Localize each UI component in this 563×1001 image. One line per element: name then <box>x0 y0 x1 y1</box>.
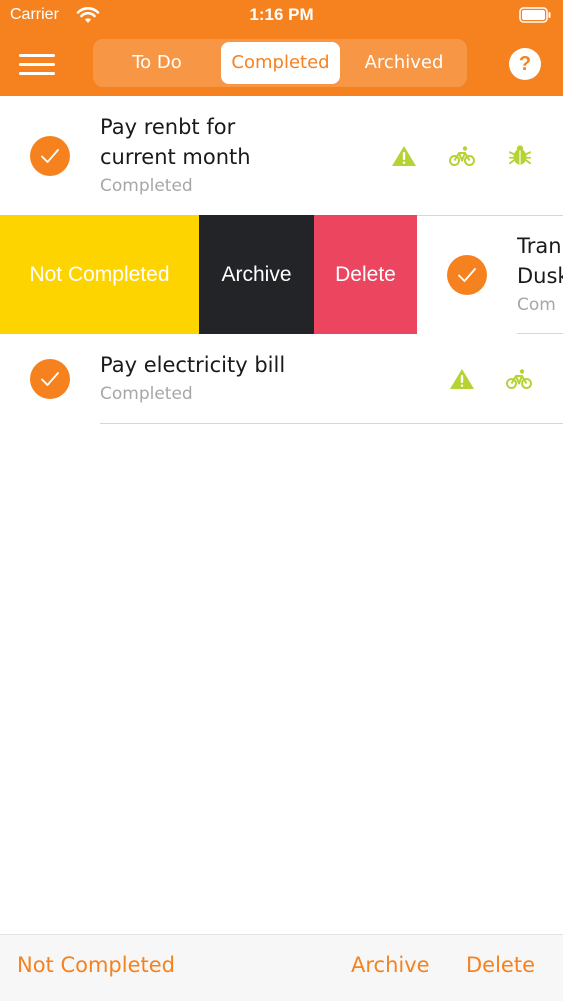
tab-archived[interactable]: Archived <box>343 42 465 84</box>
app-header: Carrier 1:16 PM To Do Completed Archived… <box>0 0 563 96</box>
task-status: Completed <box>100 384 193 404</box>
completed-check-icon[interactable] <box>447 255 487 295</box>
battery-icon <box>519 7 551 23</box>
task-title-line1: Pay renbt for <box>100 115 236 139</box>
task-row[interactable]: Pay renbt for current month Completed <box>0 96 563 215</box>
tab-completed[interactable]: Completed <box>221 42 340 84</box>
status-bar: Carrier 1:16 PM <box>0 0 563 32</box>
completed-check-icon[interactable] <box>30 136 70 176</box>
archive-swipe-button[interactable]: Archive <box>199 215 314 334</box>
not-completed-button[interactable]: Not Completed <box>17 953 175 977</box>
warning-icon <box>450 369 474 389</box>
bottom-toolbar: Not Completed Archive Delete <box>0 934 563 1001</box>
delete-swipe-button[interactable]: Delete <box>314 215 417 334</box>
not-completed-swipe-button[interactable]: Not Completed <box>0 215 199 334</box>
status-segmented-control: To Do Completed Archived <box>93 39 467 87</box>
task-title-line2: current month <box>100 145 251 169</box>
warning-icon <box>392 146 416 166</box>
task-title-line1: Tran <box>517 234 562 258</box>
row-separator <box>100 423 563 424</box>
help-icon[interactable]: ? <box>509 48 541 80</box>
delete-button[interactable]: Delete <box>466 953 535 977</box>
bug-icon <box>508 145 531 165</box>
hamburger-menu-icon[interactable] <box>19 50 55 78</box>
task-title: Pay electricity bill <box>100 353 286 377</box>
task-status: Com <box>517 295 556 315</box>
task-row[interactable]: Pay electricity bill Completed <box>0 334 563 424</box>
task-status: Completed <box>100 176 193 196</box>
task-row-swiped[interactable]: Not Completed Archive Delete Tran Dusk C… <box>0 215 563 334</box>
task-title-line2: Dusk <box>517 264 563 288</box>
bicycle-icon <box>506 369 532 389</box>
bicycle-icon <box>449 146 475 166</box>
archive-button[interactable]: Archive <box>351 953 430 977</box>
task-text-clip: Tran Dusk Com <box>517 215 563 334</box>
tab-to-do[interactable]: To Do <box>96 42 218 84</box>
nav-bar: To Do Completed Archived ? <box>0 32 563 96</box>
clock: 1:16 PM <box>249 5 314 24</box>
completed-check-icon[interactable] <box>30 359 70 399</box>
